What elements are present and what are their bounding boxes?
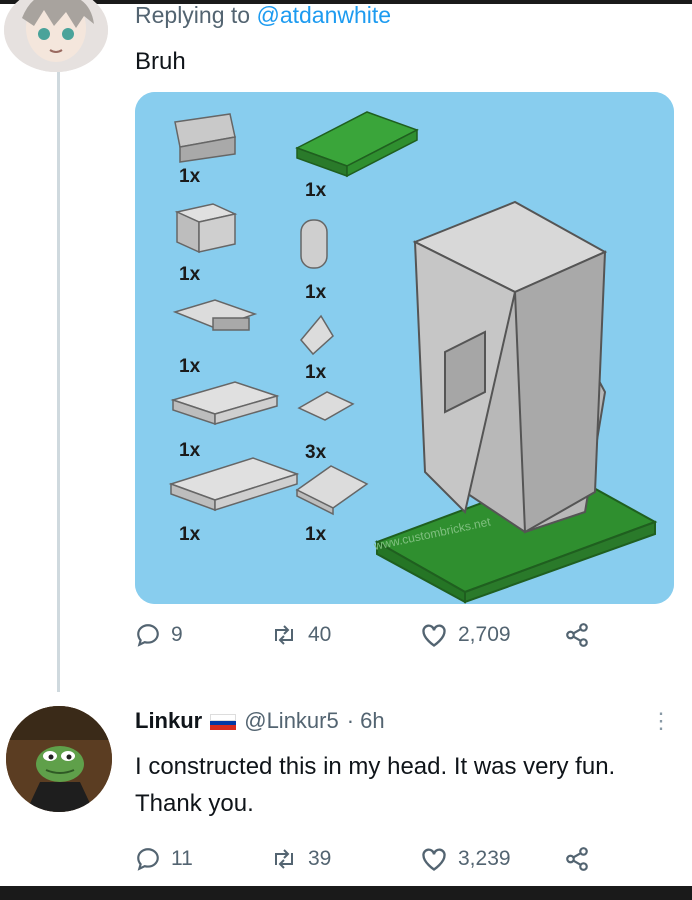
retweet-count: 39 <box>308 847 332 870</box>
tweet-text: Bruh <box>135 48 186 75</box>
retweet-count: 40 <box>308 623 332 646</box>
tweet-actions-bar: 11 39 3,239 <box>135 846 655 882</box>
quantity-label: 3x <box>305 442 327 463</box>
share-button[interactable] <box>563 846 591 872</box>
like-button[interactable]: 3,239 <box>420 846 511 872</box>
tweet-text: I constructed this in my head. It was ve… <box>135 753 616 817</box>
heart-icon <box>422 848 446 871</box>
part-slope-brick <box>174 113 236 163</box>
quantity-label: 1x <box>179 264 201 285</box>
retweet-icon <box>275 625 293 645</box>
author-line: Linkur @Linkur5 · 6h <box>135 708 385 734</box>
lego-instructions-illustration: 1x 1x 1x 1x 1x 1x 1x 1x 3x 1x www.custom… <box>135 92 674 604</box>
quantity-label: 1x <box>305 362 327 383</box>
share-icon <box>566 847 588 871</box>
tweet-timestamp[interactable]: · 6h <box>347 708 385 734</box>
share-icon <box>566 623 588 647</box>
reply-count: 11 <box>171 847 193 870</box>
quantity-label: 1x <box>305 180 327 201</box>
replying-to-label: Replying to <box>135 2 257 28</box>
quantity-label: 1x <box>179 524 201 545</box>
replying-to-handle-link[interactable]: @atdanwhite <box>256 2 391 28</box>
reply-button[interactable]: 11 <box>135 846 193 872</box>
avatar[interactable] <box>6 706 112 812</box>
like-button[interactable]: 2,709 <box>420 622 511 648</box>
retweet-button[interactable]: 39 <box>270 846 331 872</box>
tweet-media-image[interactable]: 1x 1x 1x 1x 1x 1x 1x 1x 3x 1x www.custom… <box>135 92 674 604</box>
quantity-label: 1x <box>179 440 201 461</box>
author-handle[interactable]: @Linkur5 <box>244 708 339 734</box>
reply-count: 9 <box>171 623 183 646</box>
tweet-actions-bar: 9 40 2,709 <box>135 622 655 658</box>
bottom-edge <box>0 886 692 900</box>
heart-icon <box>422 624 446 647</box>
thread-connector-line <box>57 72 60 692</box>
share-button[interactable] <box>563 622 591 648</box>
part-brick-1x2 <box>174 203 238 254</box>
avatar[interactable] <box>4 0 108 72</box>
russia-flag-icon <box>210 714 237 730</box>
author-name[interactable]: Linkur <box>135 708 202 734</box>
quantity-label: 1x <box>179 356 201 377</box>
replying-to-line: Replying to @atdanwhite <box>135 2 391 29</box>
retweet-button[interactable]: 40 <box>270 622 331 648</box>
reply-icon <box>137 624 159 647</box>
quantity-label: 1x <box>179 166 201 187</box>
reply-icon <box>137 848 159 871</box>
like-count: 2,709 <box>458 623 511 646</box>
quantity-label: 1x <box>305 282 327 303</box>
more-options-icon[interactable]: ⋮ <box>650 708 672 734</box>
retweet-icon <box>275 849 293 869</box>
part-arch-piece <box>300 219 328 269</box>
frog-avatar-icon <box>6 706 112 812</box>
anime-avatar-icon <box>4 0 108 72</box>
like-count: 3,239 <box>458 847 511 870</box>
reply-button[interactable]: 9 <box>135 622 183 648</box>
quantity-label: 1x <box>305 524 327 545</box>
